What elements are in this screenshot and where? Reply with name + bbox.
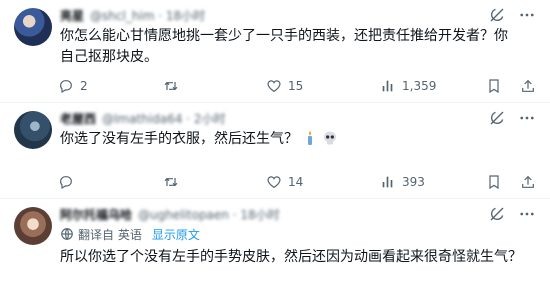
translation-note: 翻译自 英语 显示原文 bbox=[60, 226, 200, 242]
reply-icon bbox=[58, 174, 74, 190]
reply-count: 2 bbox=[80, 79, 88, 93]
post-header: 阿尔托福乌哈 @ughelitopaen · 18小时 bbox=[60, 205, 280, 223]
grok-icon[interactable] bbox=[488, 205, 506, 223]
bar-chart-icon bbox=[380, 78, 396, 94]
author-handle[interactable]: @Imathida64 · 2小时 bbox=[102, 110, 226, 127]
post-text-content: 你选了没有左手的衣服，然后还生气？ bbox=[60, 131, 298, 147]
grok-icon[interactable] bbox=[488, 109, 506, 127]
like-count: 14 bbox=[288, 175, 304, 189]
avatar[interactable] bbox=[14, 207, 52, 245]
like-button[interactable]: 15 bbox=[266, 78, 303, 94]
share-button[interactable] bbox=[520, 174, 536, 190]
author-name[interactable]: 老屋西 bbox=[60, 110, 96, 127]
action-bar: 2 15 1,359 bbox=[52, 76, 536, 96]
more-horizontal-icon[interactable] bbox=[518, 6, 536, 24]
post-text: 你怎么能心甘情愿地挑一套少了一只手的西装，还把责任推给开发者？你自己抠那块皮。 bbox=[60, 28, 508, 65]
bookmark-button[interactable] bbox=[486, 174, 502, 190]
share-icon bbox=[520, 78, 536, 94]
author-handle[interactable]: @ughelitopaen · 18小时 bbox=[138, 206, 280, 223]
post-header: 亮星 @shcl_him · 18小时 bbox=[60, 6, 205, 24]
views-button[interactable]: 1,359 bbox=[380, 78, 436, 94]
retweet-icon bbox=[162, 78, 180, 94]
grok-icon[interactable] bbox=[488, 6, 506, 24]
retweet-button[interactable] bbox=[162, 174, 186, 190]
show-original-link[interactable]: 显示原文 bbox=[152, 226, 200, 243]
post[interactable]: 老屋西 @Imathida64 · 2小时 你选了没有左手的衣服，然后还生气？ … bbox=[0, 103, 550, 199]
post-header: 老屋西 @Imathida64 · 2小时 bbox=[60, 109, 226, 127]
share-button[interactable] bbox=[520, 78, 536, 94]
post-text: 所以你选了个没有左手的手势皮肤，然后还因为动画看起来很奇怪就生气？ bbox=[60, 249, 522, 265]
reply-button[interactable]: 2 bbox=[58, 78, 88, 94]
author-name[interactable]: 阿尔托福乌哈 bbox=[60, 206, 132, 223]
avatar[interactable] bbox=[14, 111, 52, 149]
retweet-button[interactable] bbox=[162, 78, 186, 94]
like-count: 15 bbox=[288, 79, 304, 93]
bookmark-icon bbox=[486, 174, 502, 190]
bookmark-icon bbox=[486, 78, 502, 94]
view-count: 1,359 bbox=[402, 79, 437, 93]
post-text: 你选了没有左手的衣服，然后还生气？ bbox=[60, 129, 520, 150]
view-count: 393 bbox=[402, 175, 425, 189]
retweet-icon bbox=[162, 174, 180, 190]
post[interactable]: 亮星 @shcl_him · 18小时 你怎么能心甘情愿地挑一套少了一只手的西装… bbox=[0, 0, 550, 103]
heart-icon bbox=[266, 174, 282, 190]
reply-icon bbox=[58, 78, 74, 94]
author-name[interactable]: 亮星 bbox=[60, 7, 84, 24]
action-bar: 14 393 bbox=[52, 172, 536, 192]
reply-button[interactable] bbox=[58, 174, 80, 190]
candle-emoji bbox=[302, 130, 318, 146]
views-button[interactable]: 393 bbox=[380, 174, 425, 190]
more-horizontal-icon[interactable] bbox=[518, 205, 536, 223]
author-handle[interactable]: @shcl_him · 18小时 bbox=[90, 7, 205, 24]
bookmark-button[interactable] bbox=[486, 78, 502, 94]
heart-icon bbox=[266, 78, 282, 94]
like-button[interactable]: 14 bbox=[266, 174, 303, 190]
bar-chart-icon bbox=[380, 174, 396, 190]
translation-label: 翻译自 英语 bbox=[78, 227, 142, 242]
avatar[interactable] bbox=[14, 8, 52, 46]
more-horizontal-icon[interactable] bbox=[518, 109, 536, 127]
post[interactable]: 阿尔托福乌哈 @ughelitopaen · 18小时 翻译自 英语 显示原文 … bbox=[0, 199, 550, 282]
skull-emoji bbox=[322, 130, 338, 146]
globe-icon bbox=[60, 227, 74, 241]
share-icon bbox=[520, 174, 536, 190]
